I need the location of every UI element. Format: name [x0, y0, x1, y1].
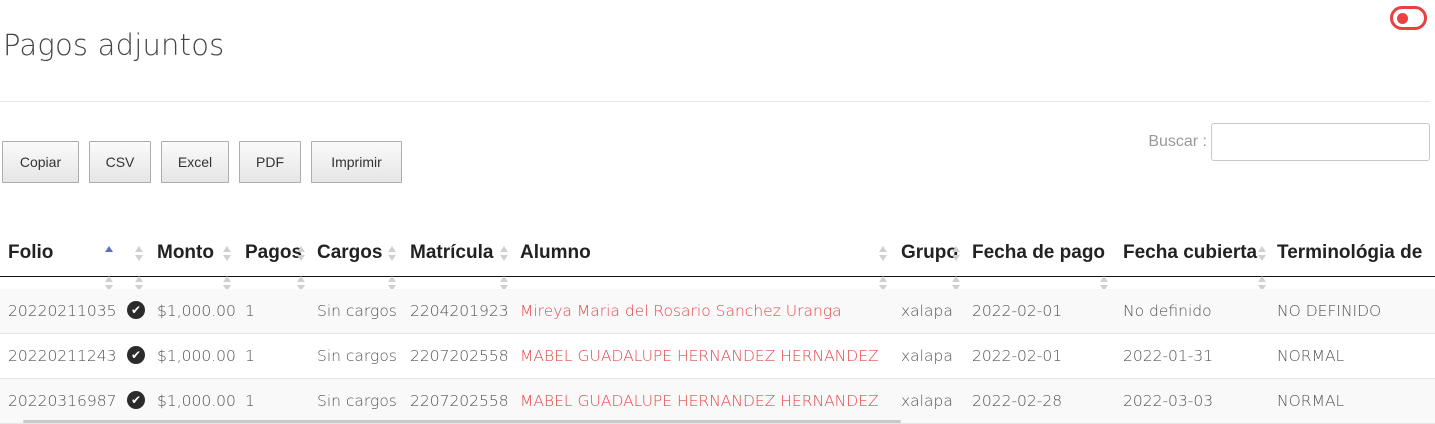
cell-fecha-cubierta: No definido — [1123, 302, 1212, 320]
table-row[interactable]: 20220211243 ✔ $1,000.00 1 Sin cargos 220… — [0, 334, 1435, 379]
page-title: Pagos adjuntos — [3, 28, 225, 62]
table-row[interactable]: 20220316987 ✔ $1,000.00 1 Sin cargos 220… — [0, 379, 1435, 424]
cell-folio: 20220211243 — [8, 347, 117, 365]
sort-icon[interactable] — [500, 246, 508, 262]
divider — [0, 101, 1430, 102]
cell-terminologia: NORMAL — [1277, 347, 1345, 365]
cell-folio: 20220316987 — [8, 392, 117, 410]
cell-grupo: xalapa — [901, 347, 953, 365]
column-header-grupo[interactable]: Grupo — [901, 242, 958, 264]
copy-button[interactable]: Copiar — [2, 141, 79, 183]
cell-fecha-pago: 2022-02-28 — [972, 392, 1063, 410]
payments-table: Folio Monto Pagos Cargos Matrícula Alumn… — [0, 234, 1435, 424]
sort-icon[interactable] — [952, 246, 960, 262]
cell-terminologia: NO DEFINIDO — [1277, 302, 1382, 320]
cell-fecha-cubierta: 2022-03-03 — [1123, 392, 1214, 410]
table-row[interactable]: 20220211035 ✔ $1,000.00 1 Sin cargos 220… — [0, 289, 1435, 334]
column-header-alumno[interactable]: Alumno — [520, 242, 591, 264]
student-link[interactable]: MABEL GUADALUPE HERNANDEZ HERNANDEZ — [520, 392, 879, 410]
search-label: Buscar : — [1148, 133, 1207, 150]
pdf-button[interactable]: PDF — [239, 141, 301, 183]
check-circle-icon: ✔ — [127, 301, 145, 319]
check-circle-icon: ✔ — [127, 346, 145, 364]
column-header-monto[interactable]: Monto — [157, 242, 214, 264]
column-header-cargos[interactable]: Cargos — [317, 242, 382, 264]
cell-monto: $1,000.00 — [157, 347, 236, 365]
column-header-fecha-pago[interactable]: Fecha de pago — [972, 242, 1105, 264]
cell-cargos: Sin cargos — [317, 347, 397, 365]
cell-matricula: 2207202558 — [410, 392, 509, 410]
cell-folio: 20220211035 — [8, 302, 117, 320]
cell-fecha-cubierta: 2022-01-31 — [1123, 347, 1214, 365]
toggle-knob — [1397, 12, 1408, 24]
cell-pagos: 1 — [245, 347, 255, 365]
sort-icon[interactable] — [223, 246, 231, 262]
column-header-terminologia[interactable]: Terminológia de — [1277, 242, 1422, 264]
column-header-fecha-cubierta[interactable]: Fecha cubierta — [1123, 242, 1257, 264]
student-link[interactable]: Mireya Maria del Rosario Sanchez Uranga — [520, 302, 842, 320]
toggle-switch[interactable] — [1390, 6, 1427, 30]
cell-cargos: Sin cargos — [317, 392, 397, 410]
cell-monto: $1,000.00 — [157, 302, 236, 320]
cell-pagos: 1 — [245, 302, 255, 320]
cell-cargos: Sin cargos — [317, 302, 397, 320]
cell-terminologia: NORMAL — [1277, 392, 1345, 410]
column-header-matricula[interactable]: Matrícula — [410, 242, 493, 264]
table-header: Folio Monto Pagos Cargos Matrícula Alumn… — [0, 234, 1435, 277]
cell-matricula: 2207202558 — [410, 347, 509, 365]
sort-icon[interactable] — [135, 246, 143, 262]
cell-monto: $1,000.00 — [157, 392, 236, 410]
cell-grupo: xalapa — [901, 392, 953, 410]
student-link[interactable]: MABEL GUADALUPE HERNANDEZ HERNANDEZ — [520, 347, 879, 365]
search-box: Buscar : — [1148, 123, 1430, 161]
column-header-pagos[interactable]: Pagos — [245, 242, 302, 264]
cell-fecha-pago: 2022-02-01 — [972, 347, 1063, 365]
export-toolbar: Copiar CSV Excel PDF Imprimir — [2, 141, 412, 183]
csv-button[interactable]: CSV — [89, 141, 151, 183]
cell-matricula: 2204201923 — [410, 302, 509, 320]
cell-fecha-pago: 2022-02-01 — [972, 302, 1063, 320]
column-header-folio[interactable]: Folio — [8, 242, 53, 264]
sort-icon[interactable] — [388, 246, 396, 262]
sort-icon[interactable] — [1258, 246, 1266, 262]
sort-icon[interactable] — [297, 246, 305, 262]
sort-icon[interactable] — [879, 246, 887, 262]
search-input[interactable] — [1211, 123, 1430, 161]
check-circle-icon: ✔ — [127, 391, 145, 409]
filter-row — [0, 276, 1435, 291]
cell-pagos: 1 — [245, 392, 255, 410]
excel-button[interactable]: Excel — [161, 141, 229, 183]
sort-asc-icon[interactable] — [105, 246, 113, 262]
cell-grupo: xalapa — [901, 302, 953, 320]
print-button[interactable]: Imprimir — [311, 141, 402, 183]
